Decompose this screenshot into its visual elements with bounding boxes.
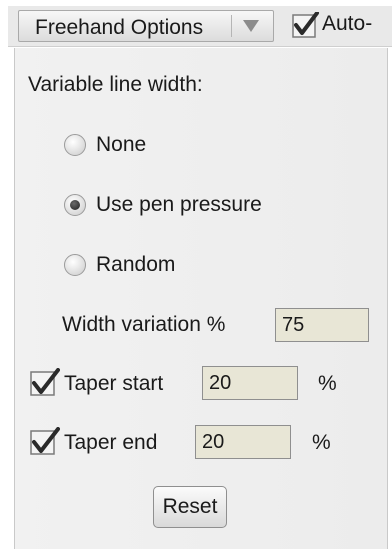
taper-end-unit: % <box>312 431 331 454</box>
taper-end-label: Taper end <box>64 431 158 454</box>
variable-line-width-label: Variable line width: <box>28 73 203 96</box>
freehand-options-window: Freehand Options Auto- Variable line wid… <box>0 0 392 549</box>
radio-label-random: Random <box>96 253 176 276</box>
reset-button[interactable]: Reset <box>153 486 227 528</box>
radio-label-use-pen-pressure: Use pen pressure <box>96 193 262 216</box>
chevron-down-icon <box>243 20 259 32</box>
taper-start-unit: % <box>318 372 337 395</box>
dropdown-label: Freehand Options <box>35 16 204 39</box>
taper-start-label: Taper start <box>64 372 164 395</box>
dropdown-divider <box>231 15 232 37</box>
taper-start-checkbox[interactable] <box>30 368 60 398</box>
freehand-options-dropdown[interactable]: Freehand Options <box>18 10 274 42</box>
radio-button-none[interactable] <box>64 134 86 156</box>
taper-end-input[interactable]: 20 <box>195 425 291 459</box>
options-panel <box>14 48 388 549</box>
radio-button-use-pen-pressure[interactable] <box>64 194 86 216</box>
taper-start-input[interactable]: 20 <box>202 366 298 400</box>
width-variation-input[interactable]: 75 <box>275 308 369 342</box>
radio-button-random[interactable] <box>64 254 86 276</box>
radio-label-none: None <box>96 133 147 156</box>
auto-label: Auto- <box>322 12 373 35</box>
auto-checkbox[interactable] <box>292 12 320 40</box>
width-variation-label: Width variation % <box>62 313 226 336</box>
taper-end-checkbox[interactable] <box>30 427 60 457</box>
